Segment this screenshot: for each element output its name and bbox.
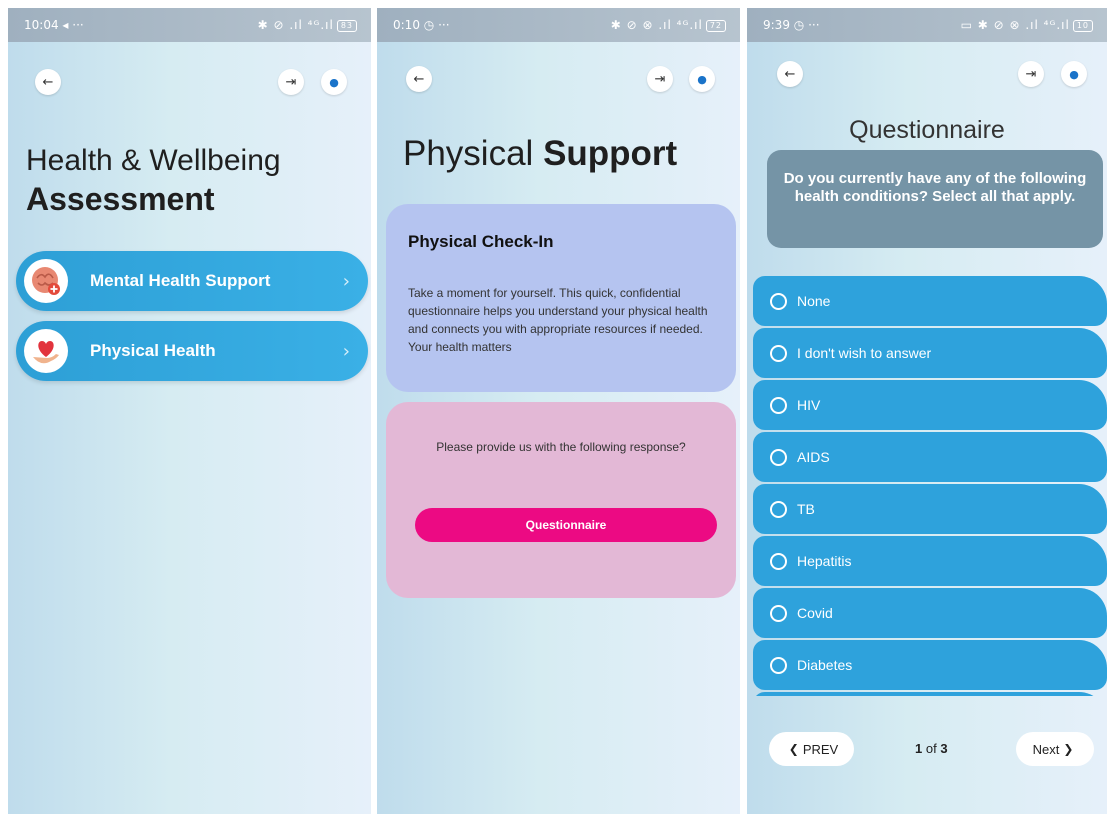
questionnaire-button[interactable]: Questionnaire bbox=[415, 508, 717, 542]
profile-button[interactable]: ● bbox=[689, 66, 715, 92]
option-tb[interactable]: TB bbox=[753, 484, 1107, 534]
question-text: Do you currently have any of the followi… bbox=[767, 150, 1103, 248]
option-hiv[interactable]: HIV bbox=[753, 380, 1107, 430]
status-bar: 9:39 ◷ ··· ▭ ✱ ⊘ ⊗ .ıl ⁴ᴳ.ıl 10 bbox=[747, 8, 1107, 42]
user-icon: ● bbox=[1069, 67, 1079, 81]
battery-icon: 83 bbox=[336, 20, 357, 32]
page-title: Health & Wellbeing Assessment bbox=[26, 144, 281, 217]
radio-icon bbox=[770, 500, 787, 518]
radio-icon bbox=[770, 604, 787, 622]
profile-button[interactable]: ● bbox=[1061, 61, 1087, 87]
chevron-left-icon: ❮ bbox=[788, 742, 799, 756]
response-prompt: Please provide us with the following res… bbox=[436, 440, 686, 454]
menu-label-physical-health: Physical Health bbox=[90, 341, 216, 360]
radio-icon bbox=[770, 448, 787, 466]
status-time: 9:39 ◷ ··· bbox=[763, 18, 820, 32]
arrow-left-icon: ← bbox=[784, 66, 796, 82]
physical-health-button[interactable]: Physical Health › bbox=[16, 321, 368, 381]
radio-icon bbox=[770, 396, 787, 414]
profile-button[interactable]: ● bbox=[321, 69, 347, 95]
checkin-heading: Physical Check-In bbox=[408, 232, 554, 251]
status-time: 10:04 ◂ ··· bbox=[24, 18, 84, 32]
brain-plus-icon bbox=[24, 259, 68, 303]
menu-label-mental-health: Mental Health Support bbox=[90, 271, 271, 290]
response-card: Please provide us with the following res… bbox=[386, 402, 736, 598]
radio-icon bbox=[770, 344, 787, 362]
user-icon: ● bbox=[329, 75, 339, 89]
page-indicator: 1 of 3 bbox=[915, 741, 948, 756]
user-icon: ● bbox=[697, 72, 707, 86]
back-button[interactable]: ← bbox=[777, 61, 803, 87]
screen-physical-support: 0:10 ◷ ··· ✱ ⊘ ⊗ .ıl ⁴ᴳ.ıl 72 ← ⇥ ● Physi… bbox=[377, 8, 740, 814]
logout-button[interactable]: ⇥ bbox=[1018, 61, 1044, 87]
option-hepatitis[interactable]: Hepatitis bbox=[753, 536, 1107, 586]
logout-icon: ⇥ bbox=[1025, 66, 1037, 82]
mental-health-support-button[interactable]: Mental Health Support › bbox=[16, 251, 368, 311]
screen-health-wellbeing: 10:04 ◂ ··· ✱ ⊘ .ıl ⁴ᴳ.ıl 83 ← ⇥ ● Health… bbox=[8, 8, 371, 814]
option-none[interactable]: None bbox=[753, 276, 1107, 326]
status-bar: 10:04 ◂ ··· ✱ ⊘ .ıl ⁴ᴳ.ıl 83 bbox=[8, 8, 371, 42]
option-diabetes[interactable]: Diabetes bbox=[753, 640, 1107, 690]
next-button[interactable]: Next ❯ bbox=[1016, 732, 1094, 766]
logout-button[interactable]: ⇥ bbox=[278, 69, 304, 95]
screen-questionnaire: 9:39 ◷ ··· ▭ ✱ ⊘ ⊗ .ıl ⁴ᴳ.ıl 10 ← ⇥ ● Que… bbox=[747, 8, 1107, 814]
back-button[interactable]: ← bbox=[35, 69, 61, 95]
logout-icon: ⇥ bbox=[285, 74, 297, 90]
physical-checkin-card: Physical Check-In Take a moment for your… bbox=[386, 204, 736, 392]
battery-icon: 72 bbox=[705, 20, 726, 32]
status-bar: 0:10 ◷ ··· ✱ ⊘ ⊗ .ıl ⁴ᴳ.ıl 72 bbox=[377, 8, 740, 42]
option-aids[interactable]: AIDS bbox=[753, 432, 1107, 482]
chevron-right-icon: › bbox=[342, 340, 350, 362]
option-list: None I don't wish to answer HIV AIDS TB … bbox=[753, 276, 1107, 696]
arrow-left-icon: ← bbox=[42, 74, 54, 90]
arrow-left-icon: ← bbox=[413, 71, 425, 87]
radio-icon bbox=[770, 656, 787, 674]
logout-button[interactable]: ⇥ bbox=[647, 66, 673, 92]
status-icons: ✱ ⊘ .ıl ⁴ᴳ.ıl 83 bbox=[258, 18, 357, 32]
status-icons: ✱ ⊘ ⊗ .ıl ⁴ᴳ.ıl 72 bbox=[611, 18, 726, 32]
option-partial[interactable] bbox=[753, 692, 1107, 696]
logout-icon: ⇥ bbox=[654, 71, 666, 87]
page-title: Physical Support bbox=[403, 134, 678, 173]
chevron-right-icon: ❯ bbox=[1063, 742, 1074, 756]
battery-icon: 10 bbox=[1072, 20, 1093, 32]
chevron-right-icon: › bbox=[342, 270, 350, 292]
heart-hand-icon bbox=[24, 329, 68, 373]
radio-icon bbox=[770, 552, 787, 570]
checkin-description: Take a moment for yourself. This quick, … bbox=[408, 286, 708, 354]
prev-button[interactable]: ❮ PREV bbox=[769, 732, 854, 766]
option-covid[interactable]: Covid bbox=[753, 588, 1107, 638]
option-no-answer[interactable]: I don't wish to answer bbox=[753, 328, 1107, 378]
page-title: Questionnaire bbox=[849, 116, 1005, 144]
status-icons: ▭ ✱ ⊘ ⊗ .ıl ⁴ᴳ.ıl 10 bbox=[961, 18, 1093, 32]
status-time: 0:10 ◷ ··· bbox=[393, 18, 450, 32]
radio-icon bbox=[770, 292, 787, 310]
back-button[interactable]: ← bbox=[406, 66, 432, 92]
